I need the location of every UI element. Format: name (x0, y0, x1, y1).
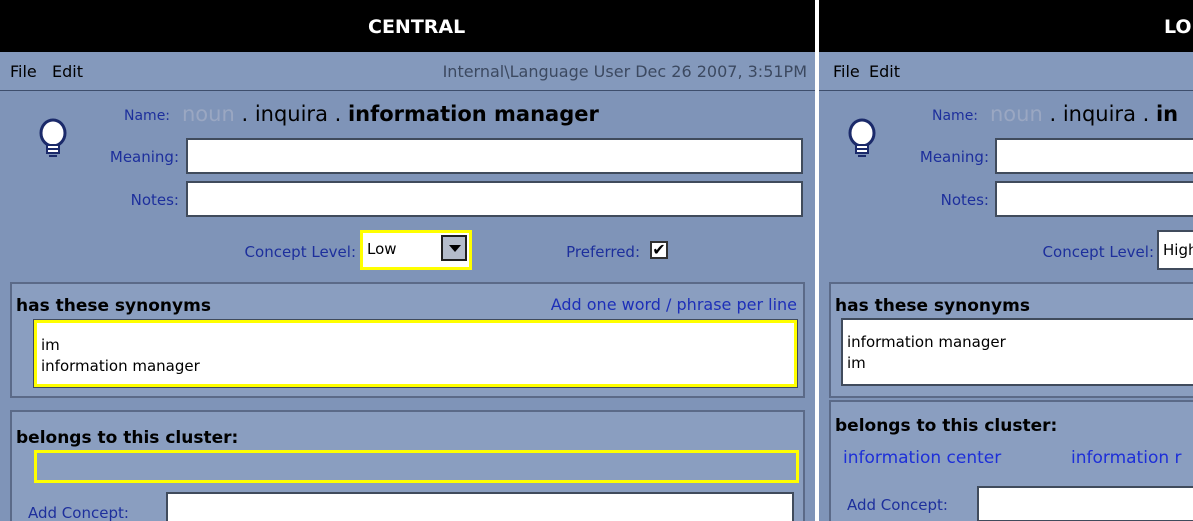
concept-level-select[interactable]: Low (360, 230, 472, 270)
cluster-list[interactable] (34, 450, 799, 483)
concept-level-label: Concept Level: (1042, 243, 1154, 261)
local-title: LO (1164, 16, 1192, 38)
cluster-title: belongs to this cluster: (835, 416, 1058, 436)
name-label: Name: (932, 108, 979, 124)
menu-file[interactable]: File (833, 62, 860, 81)
meaning-label: Meaning: (919, 148, 989, 166)
concept-level-select[interactable]: High (1157, 230, 1193, 270)
local-menu-bar: File Edit (819, 52, 1193, 91)
preferred-checkbox[interactable]: ✔ (650, 241, 668, 259)
synonyms-textarea[interactable]: information manager im (841, 318, 1193, 386)
meaning-field[interactable] (186, 138, 803, 174)
menu-edit[interactable]: Edit (869, 62, 900, 81)
synonyms-textarea[interactable]: im information manager (33, 319, 798, 388)
central-panel: CENTRAL File Edit Internal\Language User… (0, 0, 815, 521)
name-pos: noun (182, 102, 235, 126)
notes-field[interactable] (995, 181, 1193, 217)
name-domain: inquira (1062, 102, 1136, 126)
menu-file[interactable]: File (10, 62, 37, 81)
name-term: in (1155, 102, 1179, 126)
central-title: CENTRAL (368, 16, 466, 38)
dropdown-arrow-icon[interactable] (441, 235, 467, 261)
cluster-link[interactable]: information r (1071, 448, 1182, 468)
concept-level-value: Low (367, 240, 397, 258)
name-separator: . (1135, 102, 1156, 126)
cluster-section: belongs to this cluster: Add Concept: (10, 410, 805, 521)
notes-field[interactable] (186, 181, 803, 217)
synonym-line: information manager (41, 357, 200, 375)
synonyms-section: has these synonyms Add one word / phrase… (10, 282, 805, 398)
concept-name: noun . inquira . information manager (182, 102, 599, 126)
synonym-line: im (41, 336, 60, 354)
lightbulb-icon (39, 118, 67, 157)
name-term: information manager (347, 102, 599, 126)
add-concept-label: Add Concept: (28, 504, 129, 521)
synonyms-title: has these synonyms (835, 296, 1030, 316)
name-label: Name: (124, 108, 171, 124)
notes-label: Notes: (130, 191, 179, 209)
lightbulb-icon (848, 118, 876, 157)
cluster-link[interactable]: information center (843, 448, 1001, 468)
name-separator: . (327, 102, 348, 126)
synonyms-section: has these synonyms information manager i… (829, 282, 1193, 398)
add-concept-label: Add Concept: (847, 496, 948, 514)
user-date-status: Internal\Language User Dec 26 2007, 3:51… (442, 62, 807, 81)
preferred-label: Preferred: (566, 243, 640, 261)
cluster-title: belongs to this cluster: (16, 428, 239, 448)
synonym-line: information manager (847, 333, 1006, 351)
name-domain: inquira (254, 102, 328, 126)
synonyms-hint: Add one word / phrase per line (550, 295, 797, 314)
name-separator: . (234, 102, 255, 126)
add-concept-field[interactable] (166, 492, 794, 521)
synonym-line: im (847, 354, 866, 372)
concept-name: noun . inquira . in (990, 102, 1178, 126)
cluster-section: belongs to this cluster: information cen… (829, 400, 1193, 521)
name-separator: . (1042, 102, 1063, 126)
synonyms-title: has these synonyms (16, 296, 211, 316)
local-panel: LO File Edit Name: noun . inquira . in M… (819, 0, 1193, 521)
notes-label: Notes: (940, 191, 989, 209)
local-title-bar: LO (819, 0, 1193, 52)
central-title-bar: CENTRAL (0, 0, 815, 52)
meaning-label: Meaning: (109, 148, 179, 166)
menu-edit[interactable]: Edit (52, 62, 83, 81)
central-menu-bar: File Edit Internal\Language User Dec 26 … (0, 52, 815, 91)
meaning-field[interactable] (995, 138, 1193, 174)
concept-level-label: Concept Level: (244, 243, 356, 261)
name-pos: noun (990, 102, 1043, 126)
add-concept-field[interactable] (977, 486, 1193, 521)
